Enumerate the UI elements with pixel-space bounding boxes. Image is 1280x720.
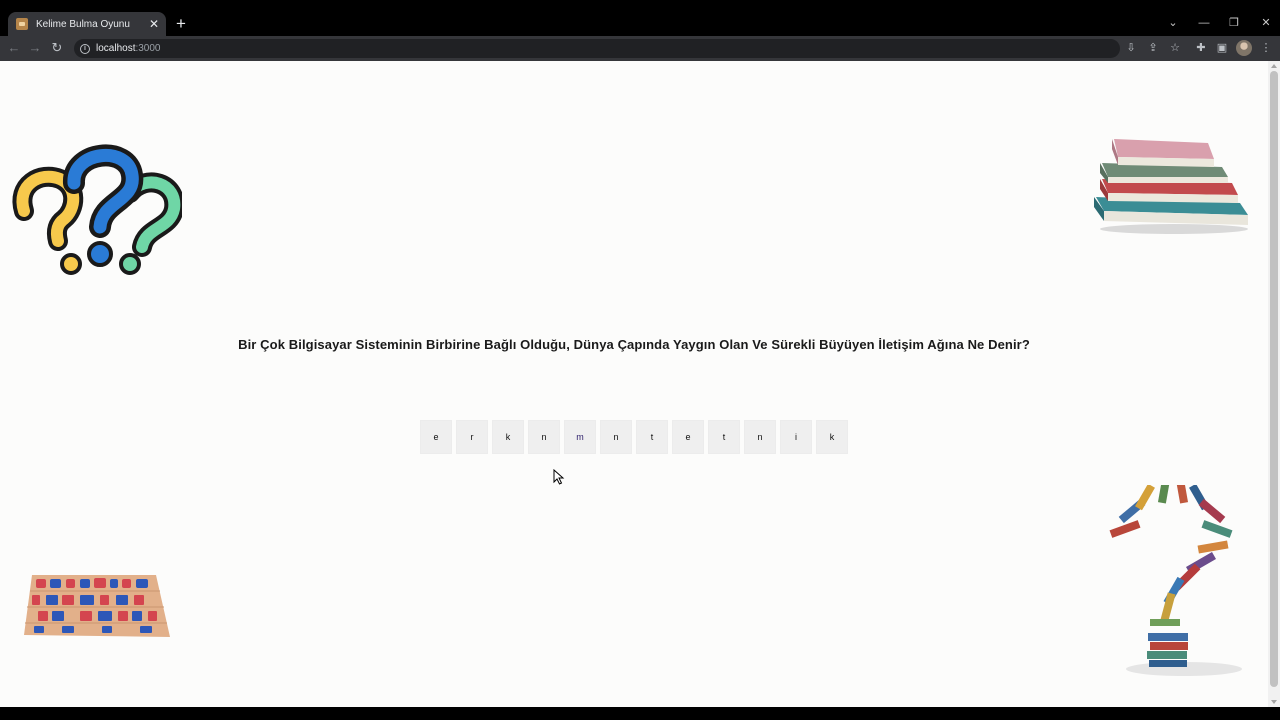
new-tab-button[interactable]: +	[172, 15, 190, 33]
install-app-icon[interactable]: ⇩	[1123, 40, 1139, 56]
letter-tiles: e r k n m n t e t n i k	[420, 420, 848, 454]
letter-tile[interactable]: k	[816, 420, 848, 454]
scroll-down-arrow-icon[interactable]	[1271, 700, 1277, 704]
close-window-icon[interactable]: ✕	[1256, 15, 1276, 31]
window-bottom-edge	[0, 707, 1280, 720]
letter-tile[interactable]: n	[528, 420, 560, 454]
letter-tile[interactable]: i	[780, 420, 812, 454]
url-port: :3000	[135, 43, 161, 54]
letter-tile[interactable]: k	[492, 420, 524, 454]
scroll-up-arrow-icon[interactable]	[1271, 64, 1277, 68]
letter-tile[interactable]: m	[564, 420, 596, 454]
browser-tabbar: Kelime Bulma Oyunu ✕ + ⌄ — ❐ ✕	[0, 0, 1280, 36]
minimize-icon[interactable]: —	[1194, 15, 1214, 31]
book-question-mark-illustration	[1109, 485, 1242, 676]
tab-close-icon[interactable]: ✕	[146, 16, 162, 32]
browser-toolbar: ← → ↻ i localhost :3000 ⇩ ⇪ ☆ ✚ ▣ ⋮	[0, 36, 1280, 61]
letter-tile[interactable]: e	[420, 420, 452, 454]
tab-title: Kelime Bulma Oyunu	[36, 18, 130, 30]
site-info-icon[interactable]: i	[80, 43, 90, 54]
url-host: localhost	[96, 43, 136, 54]
page-scrollbar[interactable]	[1268, 61, 1280, 707]
letter-tile[interactable]: n	[600, 420, 632, 454]
letter-tile[interactable]: t	[708, 420, 740, 454]
page-viewport: Bir Çok Bilgisayar Sisteminin Birbirine …	[0, 61, 1280, 707]
site-favicon-icon	[16, 18, 28, 30]
mouse-cursor-icon	[553, 469, 565, 485]
reload-icon[interactable]: ↻	[49, 40, 65, 56]
alphabet-tray-illustration	[24, 575, 170, 637]
menu-dots-icon[interactable]: ⋮	[1258, 40, 1274, 56]
letter-tile[interactable]: r	[456, 420, 488, 454]
book-stack-illustration	[1094, 139, 1248, 234]
browser-tab[interactable]: Kelime Bulma Oyunu ✕	[8, 12, 166, 36]
forward-arrow-icon[interactable]: →	[27, 40, 43, 56]
profile-avatar[interactable]	[1236, 40, 1252, 56]
extensions-puzzle-icon[interactable]: ✚	[1193, 40, 1209, 56]
share-icon[interactable]: ⇪	[1145, 40, 1161, 56]
letter-tile[interactable]: e	[672, 420, 704, 454]
side-panel-icon[interactable]: ▣	[1214, 40, 1230, 56]
question-marks-illustration	[12, 144, 182, 275]
restore-icon[interactable]: ❐	[1224, 15, 1244, 31]
letter-tile[interactable]: t	[636, 420, 668, 454]
address-bar[interactable]: i localhost :3000	[74, 39, 1120, 58]
letter-tile[interactable]: n	[744, 420, 776, 454]
bookmark-star-icon[interactable]: ☆	[1167, 40, 1183, 56]
question-text: Bir Çok Bilgisayar Sisteminin Birbirine …	[238, 337, 1030, 352]
scroll-thumb[interactable]	[1270, 71, 1278, 687]
back-arrow-icon[interactable]: ←	[6, 40, 22, 56]
tab-search-chevron-icon[interactable]: ⌄	[1163, 15, 1183, 31]
